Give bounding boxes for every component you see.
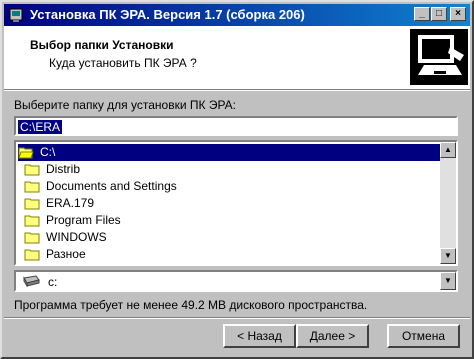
tree-item[interactable]: WINDOWS — [24, 229, 107, 246]
hard-drive-icon — [23, 275, 40, 287]
computer-install-icon — [410, 29, 468, 85]
tree-item-label: Documents and Settings — [46, 179, 177, 193]
drive-value: c: — [48, 275, 58, 289]
folder-prompt-label: Выберите папку для установки ПК ЭРА: — [14, 98, 236, 112]
window-title: Установка ПК ЭРА. Версия 1.7 (сборка 206… — [30, 7, 305, 22]
folder-icon — [24, 181, 40, 193]
tree-item-label: Program Files — [46, 213, 121, 227]
tree-item-label: C:\ — [40, 145, 56, 159]
folder-icon — [24, 232, 40, 244]
open-folder-icon — [18, 147, 34, 159]
header-subtitle: Куда установить ПК ЭРА ? — [49, 56, 197, 70]
scroll-up-icon[interactable]: ▲ — [440, 142, 456, 158]
tree-item-root[interactable]: C:\ — [18, 144, 440, 161]
tree-item[interactable]: Documents and Settings — [24, 178, 177, 195]
next-button[interactable]: Далее > — [296, 324, 369, 348]
folder-tree[interactable]: C:\ Distrib Documents and Settings ERA.1… — [14, 140, 458, 266]
close-button[interactable]: × — [450, 7, 466, 21]
tree-item-label: Разное — [46, 247, 86, 261]
folder-icon — [24, 198, 40, 210]
drive-select[interactable]: c: ▼ — [14, 270, 458, 292]
tree-item[interactable]: ERA.179 — [24, 195, 94, 212]
tree-item[interactable]: Разное — [24, 246, 86, 263]
folder-icon — [24, 164, 40, 176]
wizard-header: Выбор папки Установки Куда установить ПК… — [4, 26, 470, 90]
chevron-down-icon[interactable]: ▼ — [440, 272, 456, 290]
minimize-button[interactable]: _ — [414, 7, 430, 21]
tree-item-label: ERA.179 — [46, 196, 95, 210]
installer-window: Установка ПК ЭРА. Версия 1.7 (сборка 206… — [0, 0, 474, 359]
tree-item[interactable]: Program Files — [24, 212, 121, 229]
disk-space-text: Программа требует не менее 49.2 MB диско… — [14, 298, 368, 312]
tree-item-label: Distrib — [46, 162, 81, 176]
scroll-down-icon[interactable]: ▼ — [440, 248, 456, 264]
installer-app-icon — [9, 8, 23, 22]
maximize-button[interactable]: □ — [431, 7, 447, 21]
header-divider — [4, 90, 470, 91]
folder-icon — [24, 215, 40, 227]
back-button[interactable]: < Назад — [223, 324, 296, 348]
tree-item-label: WINDOWS — [46, 230, 107, 244]
tree-item[interactable]: Distrib — [24, 161, 80, 178]
folder-icon — [24, 249, 40, 261]
install-path-input[interactable]: C:\ERA — [14, 116, 458, 136]
header-title: Выбор папки Установки — [30, 38, 174, 52]
title-bar[interactable]: Установка ПК ЭРА. Версия 1.7 (сборка 206… — [4, 4, 470, 26]
cancel-button[interactable]: Отмена — [387, 324, 460, 348]
install-path-value: C:\ERA — [18, 120, 63, 134]
footer-divider-highlight — [4, 318, 470, 319]
tree-scrollbar[interactable]: ▲ ▼ — [440, 142, 456, 264]
